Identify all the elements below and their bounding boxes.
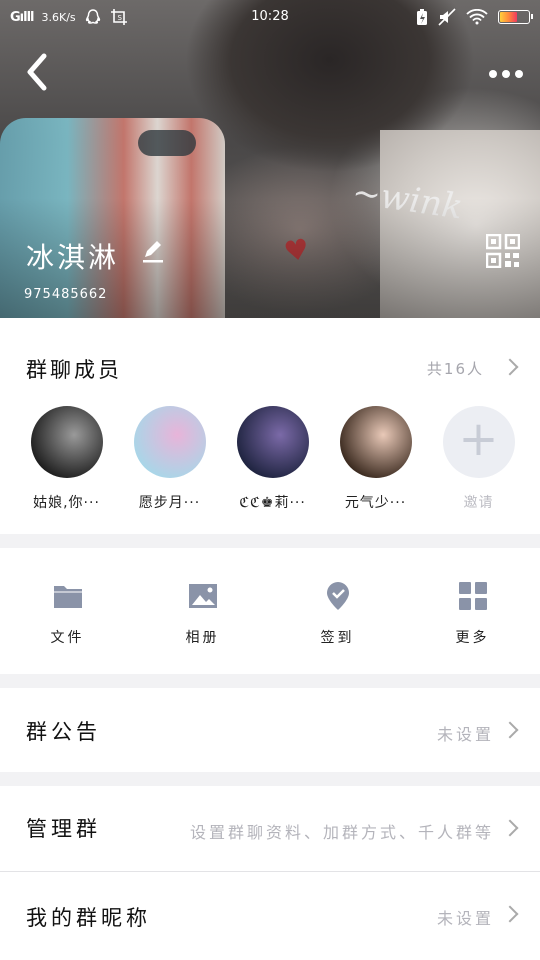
member-avatar-list: 姑娘,你··· 愿步月··· ℭℭ♚莉··· 元气少··· + 邀请 (0, 406, 540, 512)
group-name: 冰淇淋 (26, 241, 120, 274)
clock: 10:28 (251, 9, 289, 24)
members-section: 群聊成员 共16人 姑娘,你··· 愿步月··· ℭℭ♚莉··· 元气少··· … (0, 318, 540, 534)
notice-title: 群公告 (26, 720, 101, 744)
tool-checkin[interactable]: 签到 (270, 575, 405, 647)
edit-icon (143, 241, 163, 263)
more-button[interactable] (488, 58, 524, 84)
qr-code-button[interactable] (485, 233, 521, 269)
tool-more[interactable]: 更多 (405, 575, 540, 647)
invite-button[interactable]: + 邀请 (427, 406, 530, 512)
chevron-right-icon (501, 358, 519, 376)
battery-level (500, 12, 517, 22)
battery-icon (498, 10, 533, 24)
nickname-value: 未设置 (436, 909, 494, 928)
tool-label: 文件 (50, 630, 85, 646)
group-tools: 文件 相册 签到 更多 (0, 548, 540, 674)
plus-icon: + (442, 406, 515, 478)
member-name: 愿步月··· (138, 495, 201, 511)
nickname-title: 我的群昵称 (26, 906, 151, 930)
folder-icon (53, 586, 82, 608)
member-item[interactable]: 元气少··· (324, 406, 427, 512)
avatar (339, 406, 412, 478)
image-icon (188, 584, 217, 608)
back-icon (27, 53, 47, 91)
chevron-right-icon (501, 819, 519, 837)
status-bar: Gılll 3.6K/s S 10:28 (0, 0, 540, 34)
member-name: 元气少··· (344, 495, 407, 511)
checkin-icon (326, 582, 349, 610)
member-item[interactable]: ℭℭ♚莉··· (221, 406, 324, 512)
members-count: 共16人 (426, 360, 484, 378)
avatar (133, 406, 206, 478)
avatar (30, 406, 103, 478)
grid-icon (458, 582, 487, 610)
member-name: ℭℭ♚莉··· (239, 495, 306, 511)
edit-name-button[interactable] (140, 238, 166, 264)
back-button[interactable] (22, 52, 62, 92)
chevron-right-icon (501, 905, 519, 923)
member-item[interactable]: 姑娘,你··· (15, 406, 118, 512)
manage-title: 管理群 (26, 817, 101, 841)
tool-album[interactable]: 相册 (135, 575, 270, 647)
member-name: 姑娘,你··· (33, 495, 100, 511)
more-icon (489, 70, 523, 78)
chevron-right-icon (501, 721, 519, 739)
my-nickname-row[interactable]: 我的群昵称 未设置 (0, 872, 540, 960)
photo-phone-camera (138, 130, 196, 156)
members-title: 群聊成员 (26, 358, 122, 382)
tool-label: 更多 (455, 630, 490, 646)
tool-files[interactable]: 文件 (0, 575, 135, 647)
notice-value: 未设置 (436, 725, 494, 744)
manage-value: 设置群聊资料、加群方式、千人群等 (189, 823, 494, 842)
group-id: 975485662 (24, 287, 108, 302)
tool-label: 签到 (320, 630, 355, 646)
invite-label: 邀请 (463, 495, 494, 511)
avatar (236, 406, 309, 478)
group-notice-row[interactable]: 群公告 未设置 (0, 688, 540, 772)
qr-code-icon (485, 233, 521, 269)
manage-group-row[interactable]: 管理群 设置群聊资料、加群方式、千人群等 (0, 786, 540, 871)
tool-label: 相册 (185, 630, 220, 646)
member-item[interactable]: 愿步月··· (118, 406, 221, 512)
